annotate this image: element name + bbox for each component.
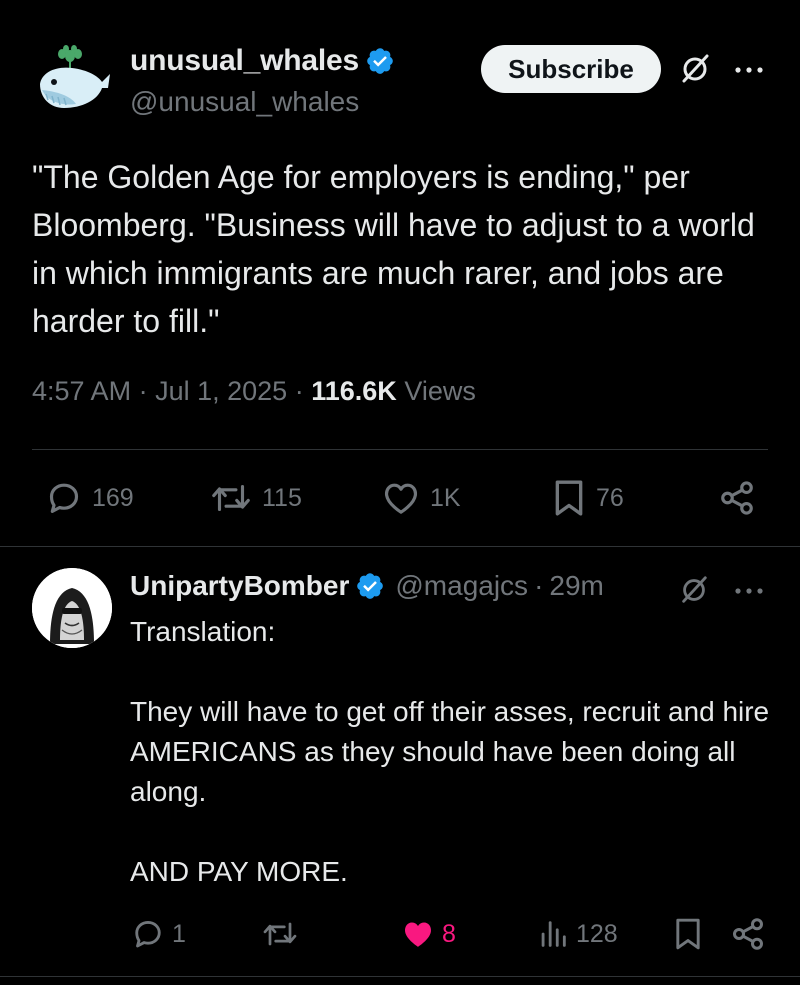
views-bars-icon: [541, 921, 566, 947]
views-button[interactable]: 128: [536, 916, 618, 952]
like-button[interactable]: 8: [400, 916, 456, 952]
share-icon: [721, 481, 753, 515]
bookmark-icon: [676, 918, 700, 950]
reply-bubble-icon: [135, 921, 161, 948]
subscribe-button[interactable]: Subscribe: [481, 45, 661, 93]
bookmark-button[interactable]: [672, 916, 704, 957]
divider: [0, 976, 800, 977]
more-dots-icon: [735, 67, 763, 73]
repost-count: 115: [262, 483, 302, 512]
handle[interactable]: @magajcs: [395, 570, 528, 602]
views-count: 128: [576, 919, 618, 948]
reply-text: Translation: They will have to get off t…: [130, 616, 770, 887]
verified-badge-icon: [357, 573, 384, 599]
meta-separator: ·: [138, 376, 148, 406]
reply-header: UnipartyBomber @magajcs · 29m: [130, 570, 604, 602]
tweet-date[interactable]: Jul 1, 2025: [155, 376, 287, 406]
bookmark-icon: [555, 480, 583, 516]
display-name[interactable]: UnipartyBomber: [130, 570, 349, 602]
like-button[interactable]: 1K: [380, 478, 461, 518]
whale-logo-icon: [40, 45, 110, 108]
verified-badge-icon: [367, 48, 393, 74]
meta-separator: ·: [294, 376, 304, 406]
display-name[interactable]: unusual_whales: [130, 44, 359, 78]
handle[interactable]: @unusual_whales: [130, 86, 359, 118]
repost-arrows-icon: [212, 484, 250, 512]
tweet-meta: 4:57 AM · Jul 1, 2025 · 116.6K Views: [32, 376, 476, 407]
heart-icon: [404, 922, 432, 947]
like-count: 8: [442, 919, 456, 948]
grok-button[interactable]: [678, 52, 712, 91]
reply-button[interactable]: 1: [130, 916, 186, 952]
tweet-text: "The Golden Age for employers is ending,…: [32, 159, 755, 339]
bookmark-count: 76: [596, 483, 624, 512]
divider: [0, 546, 800, 547]
more-button[interactable]: [733, 54, 765, 91]
grok-icon: [682, 576, 707, 603]
share-button[interactable]: [730, 916, 766, 957]
reply-time[interactable]: 29m: [549, 570, 603, 602]
share-button[interactable]: [718, 478, 756, 523]
bookmark-button[interactable]: 76: [550, 478, 624, 518]
reply-button[interactable]: 169: [44, 478, 134, 518]
hooded-figure-sketch-icon: [32, 568, 112, 648]
repost-button[interactable]: [260, 916, 300, 952]
reply-count: 169: [92, 483, 134, 512]
heart-icon: [384, 483, 418, 514]
share-icon: [733, 918, 763, 950]
divider: [32, 449, 768, 450]
tweet-time[interactable]: 4:57 AM: [32, 376, 131, 406]
repost-arrows-icon: [263, 922, 297, 946]
main-author-name-row[interactable]: unusual_whales: [130, 44, 395, 78]
avatar-unusual-whales[interactable]: [32, 42, 112, 122]
more-dots-icon: [735, 588, 763, 594]
grok-icon: [682, 54, 709, 83]
views-label: Views: [404, 376, 476, 406]
more-button[interactable]: [733, 575, 765, 612]
reply-count: 1: [172, 919, 186, 948]
grok-button[interactable]: [678, 574, 710, 611]
views-count: 116.6K: [311, 376, 397, 406]
meta-separator: ·: [534, 570, 544, 601]
reply-bubble-icon: [49, 483, 79, 513]
like-count: 1K: [430, 483, 461, 512]
avatar-unipartybomber[interactable]: [32, 568, 112, 648]
repost-button[interactable]: 115: [208, 478, 302, 518]
